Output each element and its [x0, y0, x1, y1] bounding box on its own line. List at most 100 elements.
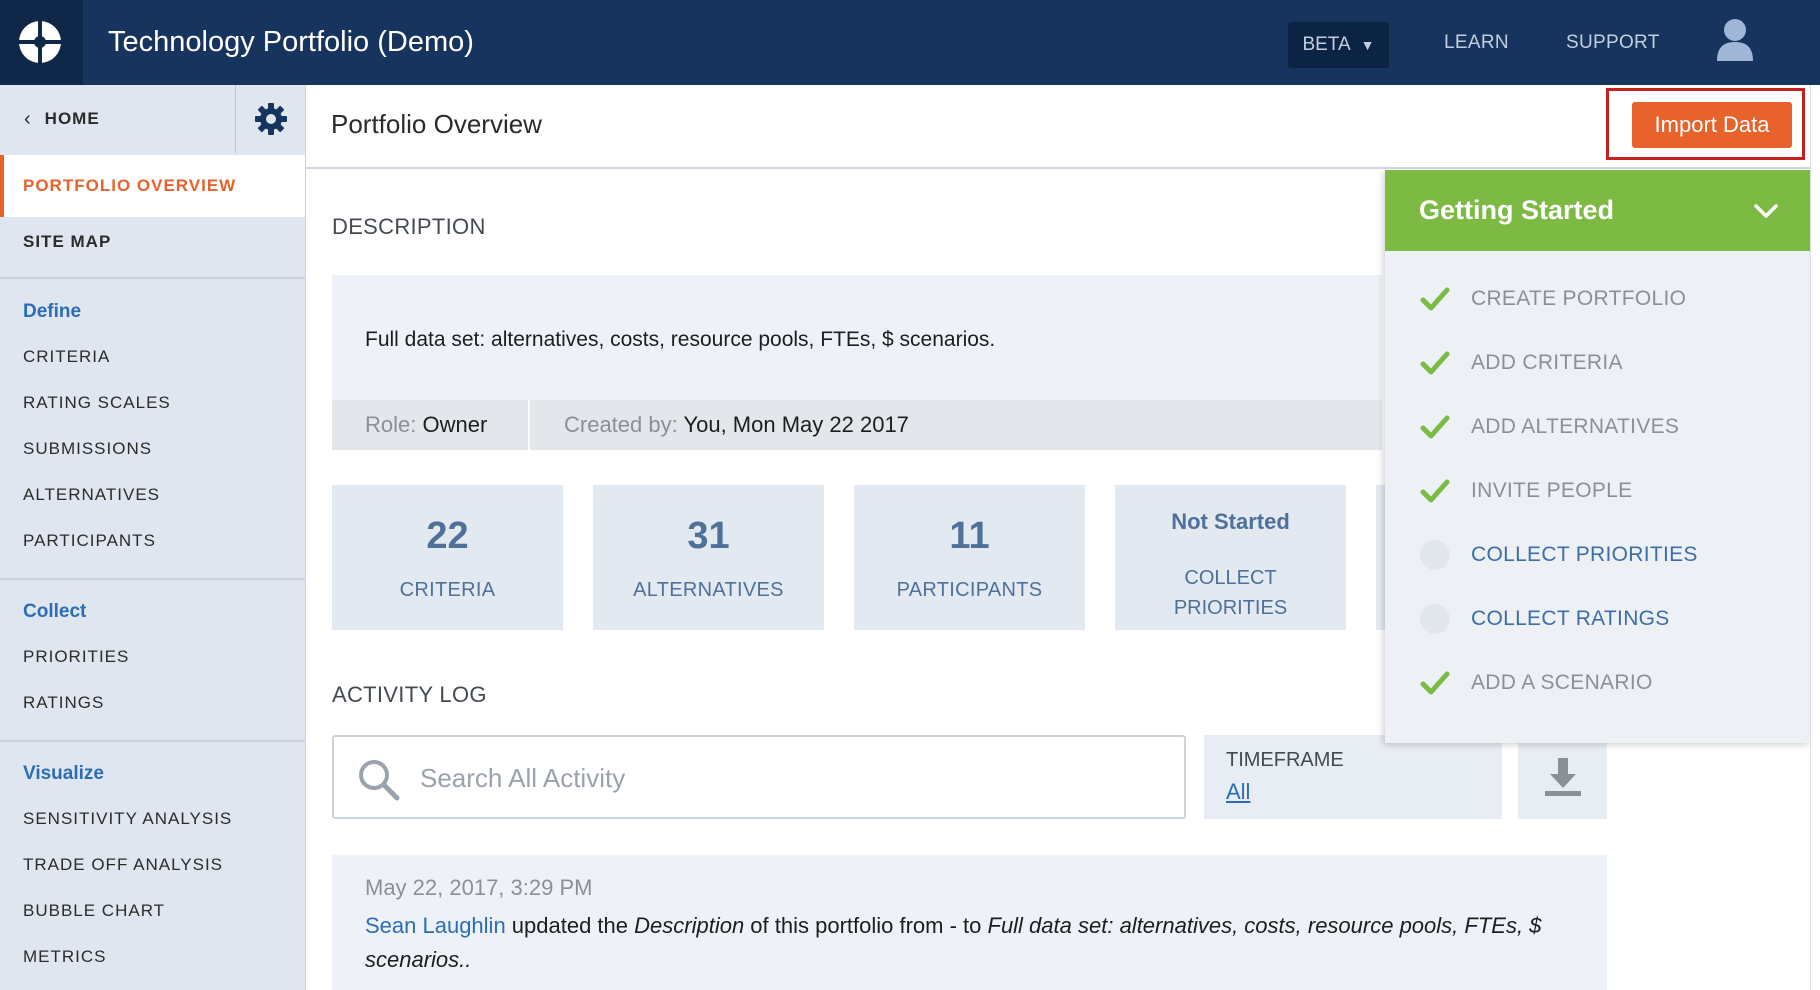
sidebar-item-alternatives[interactable]: ALTERNATIVES — [23, 485, 160, 505]
sidebar-item-trade-off-analysis[interactable]: TRADE OFF ANALYSIS — [23, 855, 223, 875]
sidebar-heading-visualize: Visualize — [23, 763, 104, 784]
getting-started-header[interactable]: Getting Started — [1385, 170, 1810, 251]
sidebar-item-participants[interactable]: PARTICIPANTS — [23, 531, 156, 551]
search-input[interactable] — [418, 755, 1162, 801]
step-create-portfolio[interactable]: CREATE PORTFOLIO — [1419, 283, 1686, 315]
download-icon — [1544, 758, 1581, 796]
sidebar-item-submissions[interactable]: SUBMISSIONS — [23, 439, 152, 459]
role-info: Role: Owner — [365, 412, 487, 438]
pending-circle-icon — [1419, 603, 1451, 635]
step-label: COLLECT PRIORITIES — [1471, 543, 1698, 566]
page-title: Portfolio Overview — [331, 109, 542, 139]
stat-status: Not Started — [1171, 509, 1290, 534]
sidebar-divider — [0, 740, 305, 742]
user-avatar[interactable] — [1715, 18, 1755, 67]
beta-label: BETA — [1302, 34, 1351, 55]
import-data-button[interactable]: Import Data — [1632, 102, 1792, 148]
activity-heading: ACTIVITY LOG — [332, 682, 487, 707]
description-text: Full data set: alternatives, costs, reso… — [365, 328, 996, 351]
beta-dropdown[interactable]: BETA ▼ — [1288, 22, 1389, 68]
log-text: updated the — [505, 913, 635, 938]
stat-card-criteria[interactable]: 22 CRITERIA — [332, 485, 563, 630]
sidebar-divider — [0, 277, 305, 279]
log-timestamp: May 22, 2017, 3:29 PM — [365, 875, 593, 900]
home-label: HOME — [44, 109, 100, 128]
stat-label-line: PRIORITIES — [1173, 597, 1288, 619]
home-link[interactable]: ‹ HOME — [0, 85, 235, 153]
chevron-left-icon: ‹ — [24, 107, 31, 130]
step-collect-ratings[interactable]: COLLECT RATINGS — [1419, 603, 1670, 635]
support-link[interactable]: SUPPORT — [1566, 30, 1660, 56]
description-heading: DESCRIPTION — [332, 214, 486, 239]
stat-label: ALTERNATIVES — [633, 579, 784, 601]
timeframe-value-link[interactable]: All — [1226, 779, 1250, 805]
pending-circle-icon — [1419, 539, 1451, 571]
getting-started-panel: Getting Started CREATE PORTFOLIO ADD CRI… — [1385, 170, 1810, 743]
sidebar-item-sensitivity-analysis[interactable]: SENSITIVITY ANALYSIS — [23, 809, 232, 829]
check-icon — [1419, 475, 1451, 507]
stat-label: COLLECT PRIORITIES — [1115, 563, 1346, 623]
caret-down-icon: ▼ — [1360, 37, 1375, 53]
window-scrollbar[interactable] — [1810, 85, 1820, 990]
activity-search[interactable] — [332, 735, 1186, 819]
chevron-down-icon[interactable] — [1752, 197, 1780, 225]
step-label: ADD ALTERNATIVES — [1471, 415, 1680, 438]
activity-log-entry: May 22, 2017, 3:29 PM Sean Laughlin upda… — [332, 855, 1607, 990]
settings-button[interactable] — [235, 85, 306, 153]
check-icon — [1419, 283, 1451, 315]
app-title: Technology Portfolio (Demo) — [108, 26, 474, 58]
step-label: CREATE PORTFOLIO — [1471, 287, 1687, 310]
step-add-a-scenario[interactable]: ADD A SCENARIO — [1419, 667, 1653, 699]
stat-label: PARTICIPANTS — [896, 579, 1043, 601]
download-button[interactable] — [1518, 735, 1607, 819]
sidebar-item-metrics[interactable]: METRICS — [23, 947, 107, 967]
role-key: Role: — [365, 412, 417, 437]
stat-value: 22 — [426, 515, 469, 557]
sidebar-item-site-map[interactable]: SITE MAP — [23, 232, 111, 252]
search-icon — [359, 760, 400, 801]
learn-link[interactable]: LEARN — [1444, 30, 1509, 56]
step-collect-priorities[interactable]: COLLECT PRIORITIES — [1419, 539, 1698, 571]
step-label: ADD CRITERIA — [1471, 351, 1623, 374]
sidebar-item-ratings[interactable]: RATINGS — [23, 693, 104, 713]
step-label: INVITE PEOPLE — [1471, 479, 1633, 502]
check-icon — [1419, 347, 1451, 379]
sidebar-item-criteria[interactable]: CRITERIA — [23, 347, 110, 367]
stat-value: 31 — [687, 515, 730, 557]
stat-label-line: COLLECT — [1184, 567, 1277, 589]
log-user-link[interactable]: Sean Laughlin — [365, 913, 506, 938]
sidebar-item-portfolio-overview[interactable]: PORTFOLIO OVERVIEW — [0, 155, 305, 217]
stat-card-participants[interactable]: 11 PARTICIPANTS — [854, 485, 1085, 630]
step-invite-people[interactable]: INVITE PEOPLE — [1419, 475, 1632, 507]
logo-icon — [16, 18, 64, 66]
step-add-alternatives[interactable]: ADD ALTERNATIVES — [1419, 411, 1679, 443]
sidebar-divider — [0, 578, 305, 580]
step-add-criteria[interactable]: ADD CRITERIA — [1419, 347, 1623, 379]
sidebar-heading-collect: Collect — [23, 601, 87, 622]
check-icon — [1419, 667, 1451, 699]
log-field: Description — [634, 913, 745, 938]
stat-card-alternatives[interactable]: 31 ALTERNATIVES — [593, 485, 824, 630]
role-value: Owner — [422, 412, 488, 437]
created-info: Created by: You, Mon May 22 2017 — [564, 412, 909, 438]
created-value: You, Mon May 22 2017 — [683, 412, 909, 437]
app-logo[interactable] — [0, 0, 83, 85]
log-text: of this portfolio from - to — [744, 913, 988, 938]
sidebar-item-bubble-chart[interactable]: BUBBLE CHART — [23, 901, 165, 921]
sidebar-item-priorities[interactable]: PRIORITIES — [23, 647, 129, 667]
step-label: COLLECT RATINGS — [1471, 607, 1670, 630]
created-key: Created by: — [564, 412, 678, 437]
timeframe-filter[interactable]: TIMEFRAME All — [1204, 735, 1502, 819]
log-message: Sean Laughlin updated the Description of… — [365, 909, 1575, 977]
stat-card-collect-priorities[interactable]: Not Started COLLECT PRIORITIES — [1115, 485, 1346, 630]
check-icon — [1419, 411, 1451, 443]
meta-divider — [528, 400, 530, 450]
stat-value: 11 — [949, 515, 990, 557]
user-icon — [1717, 19, 1753, 61]
step-label: ADD A SCENARIO — [1471, 671, 1653, 694]
stat-label: CRITERIA — [399, 579, 496, 601]
getting-started-title: Getting Started — [1419, 195, 1615, 225]
gear-icon — [255, 103, 287, 135]
sidebar-item-rating-scales[interactable]: RATING SCALES — [23, 393, 171, 413]
sidebar-heading-define: Define — [23, 301, 82, 322]
